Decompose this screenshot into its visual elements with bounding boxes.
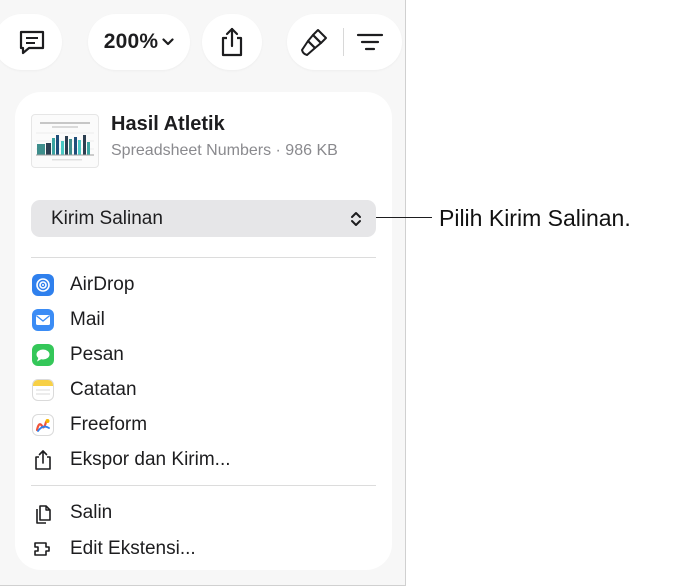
file-thumbnail (31, 114, 99, 168)
mail-icon (32, 309, 54, 331)
export-icon (33, 449, 53, 471)
share-item-notes[interactable]: Catatan (31, 375, 376, 405)
share-popover-window: 200% Hasil Atletik Spreadsheet Numbers ·… (0, 0, 406, 586)
share-item-label: AirDrop (70, 274, 135, 295)
notes-icon (32, 379, 54, 401)
zoom-menu-button[interactable]: 200% (88, 14, 190, 70)
send-mode-select[interactable]: Kirim Salinan (31, 200, 376, 237)
share-item-label: Catatan (70, 379, 137, 400)
chevron-up-down-icon (350, 210, 362, 228)
extensions-icon (32, 540, 54, 558)
comment-icon (17, 28, 47, 56)
action-item-edit-extensions[interactable]: Edit Ekstensi... (31, 534, 376, 564)
zoom-level: 200% (103, 30, 159, 53)
format-button[interactable] (287, 27, 341, 57)
toolbar-divider (343, 28, 344, 56)
share-item-mail[interactable]: Mail (31, 305, 376, 335)
file-name: Hasil Atletik (111, 113, 225, 135)
action-item-label: Salin (70, 502, 113, 523)
callout-text: Pilih Kirim Salinan. (439, 205, 631, 231)
action-item-label: Edit Ekstensi... (70, 538, 196, 559)
share-item-label: Pesan (70, 344, 124, 365)
file-info: Spreadsheet Numbers · 986 KB (111, 142, 338, 159)
paintbrush-icon (299, 27, 329, 57)
send-mode-value: Kirim Salinan (51, 207, 163, 229)
copy-icon (33, 502, 53, 524)
share-item-airdrop[interactable]: AirDrop (31, 270, 376, 300)
section-divider (31, 485, 376, 486)
freeform-icon (32, 414, 54, 436)
action-item-copy[interactable]: Salin (31, 498, 376, 528)
organize-button[interactable] (356, 31, 384, 53)
share-panel: Hasil Atletik Spreadsheet Numbers · 986 … (15, 92, 392, 570)
airdrop-icon (32, 274, 54, 296)
messages-icon (32, 344, 54, 366)
share-item-label: Ekspor dan Kirim... (70, 449, 231, 470)
share-icon (219, 26, 245, 58)
section-divider (31, 257, 376, 258)
share-item-label: Mail (70, 309, 105, 330)
format-menu-group (287, 14, 402, 70)
share-button[interactable] (202, 14, 262, 70)
callout-line (376, 217, 432, 218)
comment-button[interactable] (0, 14, 62, 70)
share-item-export[interactable]: Ekspor dan Kirim... (31, 445, 376, 475)
share-item-label: Freeform (70, 414, 148, 435)
chevron-down-icon (162, 38, 174, 46)
share-item-freeform[interactable]: Freeform (31, 410, 376, 440)
menu-lines-icon (356, 31, 384, 53)
share-item-messages[interactable]: Pesan (31, 340, 376, 370)
